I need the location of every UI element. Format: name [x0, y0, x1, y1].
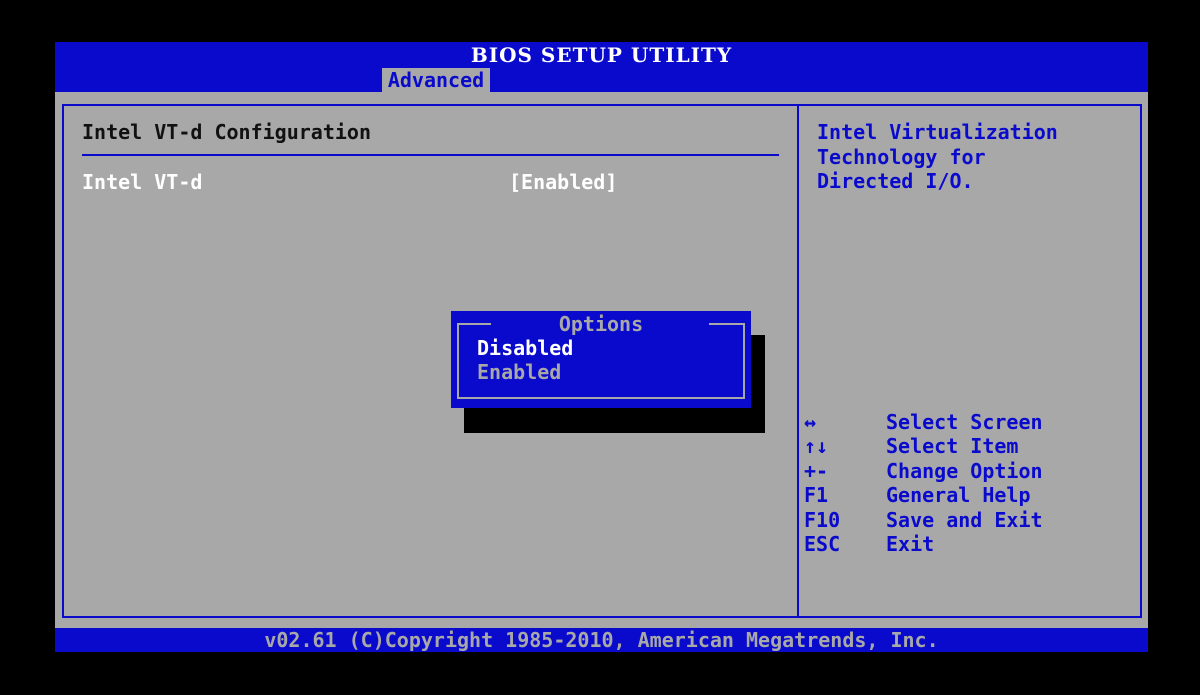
tab-advanced[interactable]: Advanced	[382, 68, 490, 92]
tab-bar: Advanced	[55, 68, 1148, 92]
f1-key: F1	[804, 483, 829, 508]
key-row-select-item: ↑↓ Select Item	[804, 434, 1134, 458]
help-line: Intel Virtualization	[817, 120, 1058, 144]
setting-intel-vtd-label[interactable]: Intel VT-d	[82, 170, 202, 194]
key-row-general-help: F1 General Help	[804, 483, 1134, 507]
left-right-arrow-icon: ↔	[804, 410, 817, 434]
help-line: Directed I/O.	[817, 169, 974, 193]
key-action: Change Option	[886, 458, 1043, 483]
key-action: Exit	[886, 531, 935, 556]
options-popup: Options Disabled Enabled	[451, 311, 751, 408]
help-line: Technology for	[817, 144, 986, 169]
bios-screen: BIOS SETUP UTILITY Advanced Intel VT-d C…	[55, 42, 1148, 652]
key-action: Select Item	[886, 434, 1019, 459]
key-row-change-option: +- Change Option	[804, 459, 1134, 483]
section-divider	[82, 154, 779, 156]
key-row-select-screen: ↔ Select Screen	[804, 410, 1134, 434]
key-action: Save and Exit	[886, 507, 1043, 532]
bios-title: BIOS SETUP UTILITY	[55, 42, 1148, 68]
f10-key: F10	[804, 507, 841, 532]
plus-minus-key: +-	[804, 458, 829, 483]
help-panel: Intel Virtualization Technology for Dire…	[797, 104, 1142, 618]
up-down-arrow-icon: ↑↓	[804, 434, 829, 459]
key-row-exit: ESC Exit	[804, 532, 1134, 556]
popup-title: Options	[558, 312, 644, 336]
esc-key: ESC	[804, 531, 841, 556]
option-disabled[interactable]: Disabled	[477, 336, 573, 360]
key-action: General Help	[886, 483, 1031, 508]
setting-intel-vtd-value[interactable]: [Enabled]	[509, 170, 617, 194]
key-row-save-exit: F10 Save and Exit	[804, 508, 1134, 532]
key-legend: ↔ Select Screen ↑↓ Select Item +- Change…	[804, 410, 1134, 556]
help-text: Intel Virtualization Technology for Dire…	[817, 120, 1137, 194]
option-enabled[interactable]: Enabled	[477, 360, 561, 384]
key-action: Select Screen	[886, 410, 1043, 434]
section-title: Intel VT-d Configuration	[82, 120, 371, 144]
copyright-bar: v02.61 (C)Copyright 1985-2010, American …	[55, 628, 1148, 652]
